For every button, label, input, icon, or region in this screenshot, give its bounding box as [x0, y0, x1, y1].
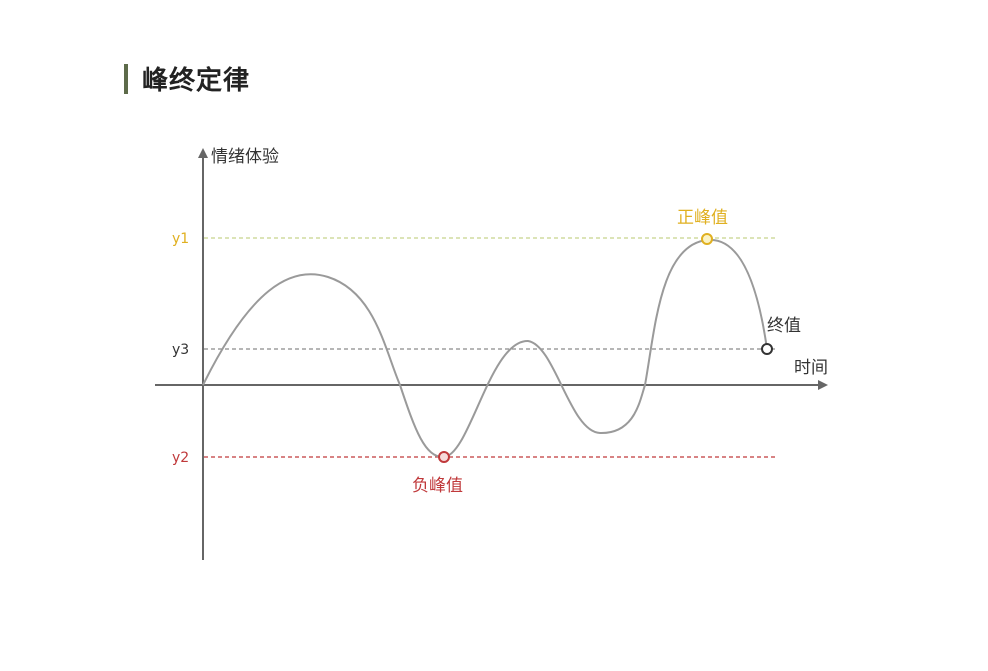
negative-peak-label: 负峰值	[412, 476, 463, 496]
peak-end-diagram: 情绪体验 时间 y1 y3 y2 正峰值 负峰值 终值	[155, 147, 828, 560]
positive-peak-label: 正峰值	[677, 208, 728, 228]
end-value-label: 终值	[767, 316, 801, 336]
y2-label: y2	[172, 450, 189, 466]
negative-peak-point	[438, 451, 450, 463]
positive-peak-point	[701, 233, 713, 245]
y1-label: y1	[172, 231, 189, 247]
y3-label: y3	[172, 342, 189, 358]
x-axis-label: 时间	[794, 358, 828, 378]
end-value-point	[761, 343, 773, 355]
y-axis-label: 情绪体验	[211, 147, 279, 167]
